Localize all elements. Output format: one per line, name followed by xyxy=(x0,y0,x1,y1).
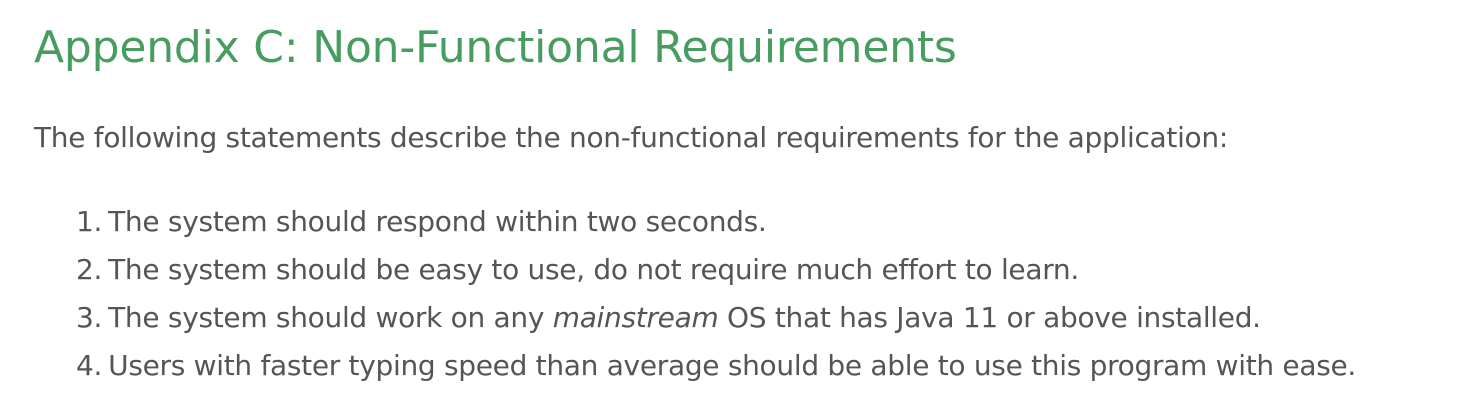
list-item-text: Users with faster typing speed than aver… xyxy=(108,349,1357,382)
list-item-number: 4. xyxy=(76,349,103,382)
list-item: 4. Users with faster typing speed than av… xyxy=(76,342,1356,390)
list-item-text-start: The system should work on any xyxy=(108,301,553,334)
list-item-number: 1. xyxy=(76,205,103,238)
list-item: 1. The system should respond within two s… xyxy=(76,198,1356,246)
list-item: 3. The system should work on any mainstre… xyxy=(76,294,1356,342)
intro-paragraph: The following statements describe the no… xyxy=(34,121,1228,154)
list-item-text: The system should respond within two sec… xyxy=(108,205,767,238)
requirements-list: 1. The system should respond within two s… xyxy=(76,198,1356,390)
list-item-number: 2. xyxy=(76,253,103,286)
appendix-heading: Appendix C: Non-Functional Requirements xyxy=(34,22,957,73)
list-item-number: 3. xyxy=(76,301,103,334)
list-item-text-end: OS that has Java 11 or above installed. xyxy=(718,301,1261,334)
emphasized-word: mainstream xyxy=(552,301,719,334)
list-item: 2. The system should be easy to use, do n… xyxy=(76,246,1356,294)
list-item-text: The system should be easy to use, do not… xyxy=(108,253,1079,286)
